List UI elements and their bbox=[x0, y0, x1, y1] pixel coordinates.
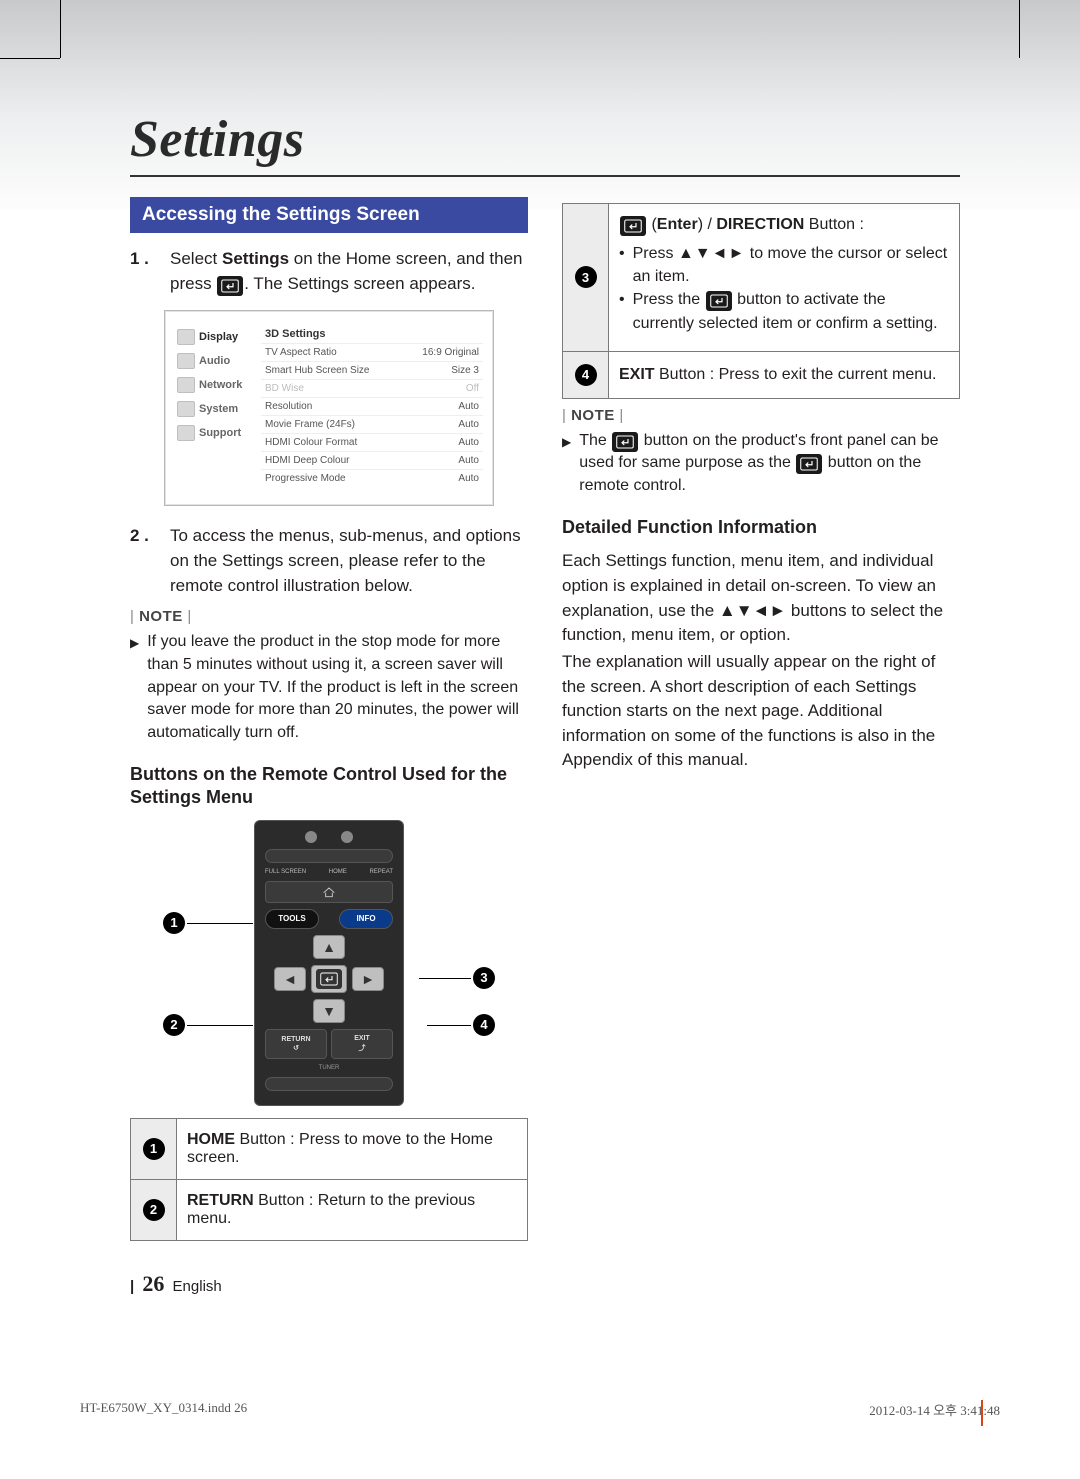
table-row: 4 EXIT Button : Press to exit the curren… bbox=[563, 351, 960, 398]
enter-icon bbox=[217, 276, 243, 296]
table-row: 1 HOME Button : Press to move to the Hom… bbox=[131, 1118, 528, 1179]
settings-side-item: Display bbox=[175, 325, 253, 349]
badge-4: 4 bbox=[575, 364, 597, 386]
step-number: 2 . bbox=[130, 524, 170, 598]
dpad-up-icon: ▲ bbox=[313, 935, 345, 959]
note-item: ▶ If you leave the product in the stop m… bbox=[130, 631, 528, 745]
return-button: RETURN↺ bbox=[265, 1029, 327, 1059]
badge-3: 3 bbox=[575, 266, 597, 288]
settings-row: TV Aspect Ratio16:9 Original bbox=[261, 343, 483, 361]
button-table-right: 3 (Enter) / DIRECTION Button : Press ▲▼◄… bbox=[562, 203, 960, 399]
exit-button: EXIT⤴ bbox=[331, 1029, 393, 1059]
button-table-left: 1 HOME Button : Press to move to the Hom… bbox=[130, 1118, 528, 1241]
settings-side-item: System bbox=[175, 397, 253, 421]
triangle-bullet-icon: ▶ bbox=[562, 430, 571, 498]
settings-row: HDMI Deep ColourAuto bbox=[261, 451, 483, 469]
subheading-detailed: Detailed Function Information bbox=[562, 516, 960, 539]
step-1-text: Select Settings on the Home screen, and … bbox=[170, 247, 528, 296]
dpad-left-icon: ◄ bbox=[274, 967, 306, 991]
enter-icon bbox=[612, 432, 638, 452]
triangle-bullet-icon: ▶ bbox=[130, 631, 139, 745]
body-paragraph: Each Settings function, menu item, and i… bbox=[562, 549, 960, 648]
settings-side-item: Network bbox=[175, 373, 253, 397]
badge-2: 2 bbox=[143, 1199, 165, 1221]
settings-row: 3D Settings bbox=[261, 325, 483, 343]
subheading-remote: Buttons on the Remote Control Used for t… bbox=[130, 763, 528, 810]
chapter-title: Settings bbox=[130, 110, 960, 177]
section-heading: Accessing the Settings Screen bbox=[130, 197, 528, 233]
dpad-enter-icon bbox=[311, 965, 347, 993]
dpad-down-icon: ▼ bbox=[313, 999, 345, 1023]
enter-icon bbox=[620, 216, 646, 236]
settings-row: BD WiseOff bbox=[261, 379, 483, 397]
callout-2: 2 bbox=[163, 1014, 185, 1036]
table-row: 2 RETURN Button : Return to the previous… bbox=[131, 1179, 528, 1240]
callout-3: 3 bbox=[473, 967, 495, 989]
settings-side-item: Audio bbox=[175, 349, 253, 373]
settings-row: ResolutionAuto bbox=[261, 397, 483, 415]
print-metadata: HT-E6750W_XY_0314.indd 262012-03-14 오후 3… bbox=[80, 1400, 1000, 1419]
table-row: 3 (Enter) / DIRECTION Button : Press ▲▼◄… bbox=[563, 204, 960, 352]
dpad-right-icon: ► bbox=[352, 967, 384, 991]
page-footer: | 26 English bbox=[130, 1271, 222, 1297]
settings-row: Progressive ModeAuto bbox=[261, 469, 483, 487]
enter-icon bbox=[706, 291, 732, 311]
callout-1: 1 bbox=[163, 912, 185, 934]
note-heading: NOTE bbox=[130, 608, 528, 625]
badge-1: 1 bbox=[143, 1138, 165, 1160]
note-heading: NOTE bbox=[562, 407, 960, 424]
settings-side-item: Support bbox=[175, 421, 253, 445]
step-number: 1 . bbox=[130, 247, 170, 296]
settings-screenshot: DisplayAudioNetworkSystemSupport 3D Sett… bbox=[164, 310, 494, 506]
tools-button: TOOLS bbox=[265, 909, 319, 929]
settings-row: Movie Frame (24Fs)Auto bbox=[261, 415, 483, 433]
remote-diagram: 1 2 3 4 FULL SCREENHOMEREPEAT TOOLS INFO… bbox=[189, 820, 469, 1106]
left-column: Accessing the Settings Screen 1 . Select… bbox=[130, 197, 528, 1241]
enter-icon bbox=[796, 454, 822, 474]
dpad: ▲ ◄ ► ▼ bbox=[274, 935, 384, 1023]
step-2-text: To access the menus, sub-menus, and opti… bbox=[170, 524, 528, 598]
note-item: ▶ The button on the product's front pane… bbox=[562, 430, 960, 498]
info-button: INFO bbox=[339, 909, 393, 929]
callout-4: 4 bbox=[473, 1014, 495, 1036]
body-paragraph: The explanation will usually appear on t… bbox=[562, 650, 960, 773]
right-column: 3 (Enter) / DIRECTION Button : Press ▲▼◄… bbox=[562, 197, 960, 1241]
settings-row: HDMI Colour FormatAuto bbox=[261, 433, 483, 451]
settings-row: Smart Hub Screen SizeSize 3 bbox=[261, 361, 483, 379]
home-button-icon bbox=[265, 881, 393, 903]
registration-mark bbox=[981, 1400, 983, 1426]
